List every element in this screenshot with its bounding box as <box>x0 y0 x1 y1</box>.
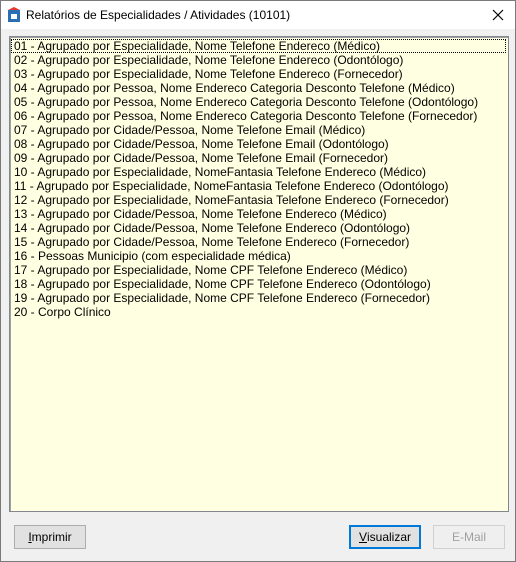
report-list[interactable]: 01 - Agrupado por Especialidade, Nome Te… <box>9 36 509 512</box>
list-item[interactable]: 04 - Agrupado por Pessoa, Nome Endereco … <box>10 81 508 95</box>
list-item[interactable]: 01 - Agrupado por Especialidade, Nome Te… <box>11 39 506 53</box>
list-item[interactable]: 10 - Agrupado por Especialidade, NomeFan… <box>10 165 508 179</box>
print-button[interactable]: Imprimir <box>14 525 86 549</box>
list-item[interactable]: 20 - Corpo Clínico <box>10 305 508 319</box>
list-item[interactable]: 19 - Agrupado por Especialidade, Nome CP… <box>10 291 508 305</box>
list-item[interactable]: 09 - Agrupado por Cidade/Pessoa, Nome Te… <box>10 151 508 165</box>
preview-button[interactable]: Visualizar <box>349 525 421 549</box>
list-item[interactable]: 12 - Agrupado por Especialidade, NomeFan… <box>10 193 508 207</box>
report-dialog: Relatórios de Especialidades / Atividade… <box>0 0 516 562</box>
app-icon <box>7 7 21 23</box>
preview-button-label: isualizar <box>367 530 412 544</box>
list-item[interactable]: 02 - Agrupado por Especialidade, Nome Te… <box>10 53 508 67</box>
email-button[interactable]: E-Mail <box>433 525 505 549</box>
preview-button-accel: V <box>358 530 367 544</box>
email-button-label: E-Mail <box>451 530 486 544</box>
close-button[interactable] <box>481 1 515 29</box>
list-item[interactable]: 14 - Agrupado por Cidade/Pessoa, Nome Te… <box>10 221 508 235</box>
list-item[interactable]: 05 - Agrupado por Pessoa, Nome Endereco … <box>10 95 508 109</box>
print-button-label: mprimir <box>31 530 72 544</box>
report-list-items: 01 - Agrupado por Especialidade, Nome Te… <box>10 37 508 319</box>
list-item[interactable]: 18 - Agrupado por Especialidade, Nome CP… <box>10 277 508 291</box>
list-item[interactable]: 13 - Agrupado por Cidade/Pessoa, Nome Te… <box>10 207 508 221</box>
close-icon <box>492 9 504 21</box>
list-item[interactable]: 06 - Agrupado por Pessoa, Nome Endereco … <box>10 109 508 123</box>
list-item[interactable]: 16 - Pessoas Municipio (com especialidad… <box>10 249 508 263</box>
list-item[interactable]: 03 - Agrupado por Especialidade, Nome Te… <box>10 67 508 81</box>
list-item[interactable]: 11 - Agrupado por Especialidade, NomeFan… <box>10 179 508 193</box>
title-bar[interactable]: Relatórios de Especialidades / Atividade… <box>1 1 515 29</box>
list-item[interactable]: 07 - Agrupado por Cidade/Pessoa, Nome Te… <box>10 123 508 137</box>
list-item[interactable]: 15 - Agrupado por Cidade/Pessoa, Nome Te… <box>10 235 508 249</box>
list-item[interactable]: 17 - Agrupado por Especialidade, Nome CP… <box>10 263 508 277</box>
list-item[interactable]: 08 - Agrupado por Cidade/Pessoa, Nome Te… <box>10 137 508 151</box>
window-title: Relatórios de Especialidades / Atividade… <box>26 8 291 22</box>
